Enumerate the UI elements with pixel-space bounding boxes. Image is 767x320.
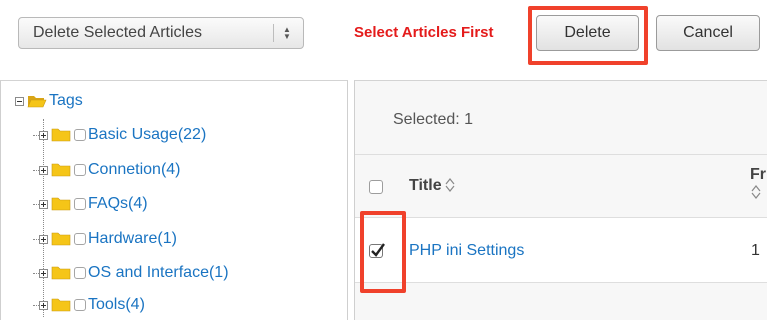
tree-item[interactable]: FAQs(4) bbox=[33, 194, 148, 214]
tag-checkbox[interactable] bbox=[74, 267, 86, 279]
tree-item[interactable]: OS and Interface(1) bbox=[33, 263, 229, 283]
folder-icon bbox=[51, 232, 71, 246]
tag-checkbox[interactable] bbox=[74, 129, 86, 141]
tag-checkbox[interactable] bbox=[74, 164, 86, 176]
tag-checkbox[interactable] bbox=[74, 299, 86, 311]
tag-tree-panel: Tags Basic Usage(22) Connetion(4) FAQs(4… bbox=[0, 80, 348, 320]
tree-item-label[interactable]: Hardware(1) bbox=[88, 230, 177, 248]
tree-item[interactable]: Tools(4) bbox=[33, 295, 145, 315]
tree-item-label[interactable]: Tools(4) bbox=[88, 296, 145, 314]
tree-item[interactable]: Hardware(1) bbox=[33, 229, 177, 249]
folder-icon bbox=[51, 163, 71, 177]
table-row[interactable]: PHP ini Settings 1 bbox=[355, 218, 767, 283]
folder-open-icon bbox=[27, 96, 47, 108]
tree-item-label[interactable]: OS and Interface(1) bbox=[88, 264, 229, 282]
sort-icon[interactable] bbox=[751, 185, 761, 199]
column-title[interactable]: Title bbox=[409, 177, 442, 195]
folder-icon bbox=[51, 298, 71, 312]
expand-icon[interactable] bbox=[39, 268, 48, 278]
warning-message: Select Articles First bbox=[354, 24, 494, 41]
action-select[interactable]: Delete Selected Articles ▲ ▼ bbox=[18, 17, 304, 49]
expand-icon[interactable] bbox=[39, 199, 48, 209]
tree-root-label: Tags bbox=[49, 92, 83, 109]
article-title-link[interactable]: PHP ini Settings bbox=[409, 242, 524, 260]
expand-icon[interactable] bbox=[39, 130, 48, 140]
tree-item[interactable]: Basic Usage(22) bbox=[33, 125, 206, 145]
expand-icon[interactable] bbox=[39, 300, 48, 310]
tree-guide-line bbox=[43, 119, 44, 317]
tree-item-label[interactable]: Connetion(4) bbox=[88, 161, 181, 179]
folder-icon bbox=[51, 197, 71, 211]
articles-panel: Selected: 1 Title Fr PHP ini Settings 1 bbox=[354, 80, 767, 320]
select-all-checkbox[interactable] bbox=[369, 180, 383, 194]
folder-icon bbox=[51, 128, 71, 142]
select-arrows-icon: ▲ ▼ bbox=[283, 25, 291, 41]
article-fr-cell: 1 bbox=[751, 242, 760, 259]
selected-count: Selected: 1 bbox=[393, 111, 474, 128]
action-select-value: Delete Selected Articles bbox=[33, 24, 202, 41]
expand-icon[interactable] bbox=[39, 234, 48, 244]
tree-item[interactable]: Connetion(4) bbox=[33, 160, 181, 180]
tag-checkbox[interactable] bbox=[74, 198, 86, 210]
tree-item-label[interactable]: Basic Usage(22) bbox=[88, 126, 206, 144]
tree-root-tags[interactable]: Tags bbox=[15, 91, 83, 111]
column-fr[interactable]: Fr bbox=[750, 166, 766, 184]
cancel-button[interactable]: Cancel bbox=[656, 15, 760, 51]
collapse-icon[interactable] bbox=[15, 96, 24, 106]
delete-button-highlight bbox=[528, 6, 648, 65]
select-divider bbox=[273, 24, 274, 42]
table-header: Title Fr bbox=[355, 154, 767, 218]
tree-item-label[interactable]: FAQs(4) bbox=[88, 195, 148, 213]
row-checkbox-highlight bbox=[360, 211, 406, 293]
expand-icon[interactable] bbox=[39, 165, 48, 175]
tag-checkbox[interactable] bbox=[74, 233, 86, 245]
folder-icon bbox=[51, 266, 71, 280]
sort-icon[interactable] bbox=[445, 178, 455, 192]
